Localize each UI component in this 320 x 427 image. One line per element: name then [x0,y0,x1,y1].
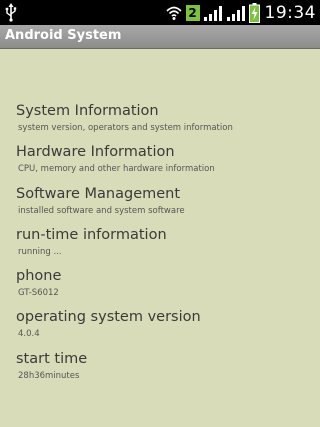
list-item-run-time-information[interactable]: run-time information running ... [0,226,320,267]
list-item-subtitle: CPU, memory and other hardware informati… [18,164,215,175]
list-item-title: operating system version [16,309,201,326]
title-bar: Android System [0,25,320,49]
list-item-subtitle: running ... [18,246,62,257]
app-title: Android System [5,28,122,43]
list-item-title: Hardware Information [16,144,175,161]
list-item-phone[interactable]: phone GT-S6012 [0,267,320,308]
list-item-subtitle: 28h36minutes [18,370,80,381]
list-item-subtitle: GT-S6012 [18,288,59,299]
list-item-hardware-information[interactable]: Hardware Information CPU, memory and oth… [0,143,320,184]
list-item-operating-system-version[interactable]: operating system version 4.0.4 [0,308,320,349]
list-item-title: start time [16,350,88,367]
status-icons: 2 19:34 [165,0,317,25]
list-item-subtitle: installed software and system software [18,205,185,216]
signal-icon-2 [226,5,245,21]
list-item-system-information[interactable]: System Information system version, opera… [0,102,320,143]
usb-icon [5,3,17,22]
info-list: System Information system version, opera… [0,102,320,391]
signal-icon [203,5,222,21]
list-item-title: System Information [16,103,159,119]
list-item-title: Software Management [16,185,181,202]
list-item-title: run-time information [16,226,167,243]
battery-charging-icon [248,2,260,23]
list-item-title: phone [16,268,62,285]
status-bar: 2 19:34 [0,0,320,25]
list-item-subtitle: 4.0.4 [18,329,40,340]
list-item-subtitle: system version, operators and system inf… [18,123,233,133]
list-item-software-management[interactable]: Software Management installed software a… [0,185,320,226]
wifi-icon [165,6,182,20]
sim-badge: 2 [185,4,200,21]
clock: 19:34 [264,2,316,23]
list-item-start-time[interactable]: start time 28h36minutes [0,350,320,391]
